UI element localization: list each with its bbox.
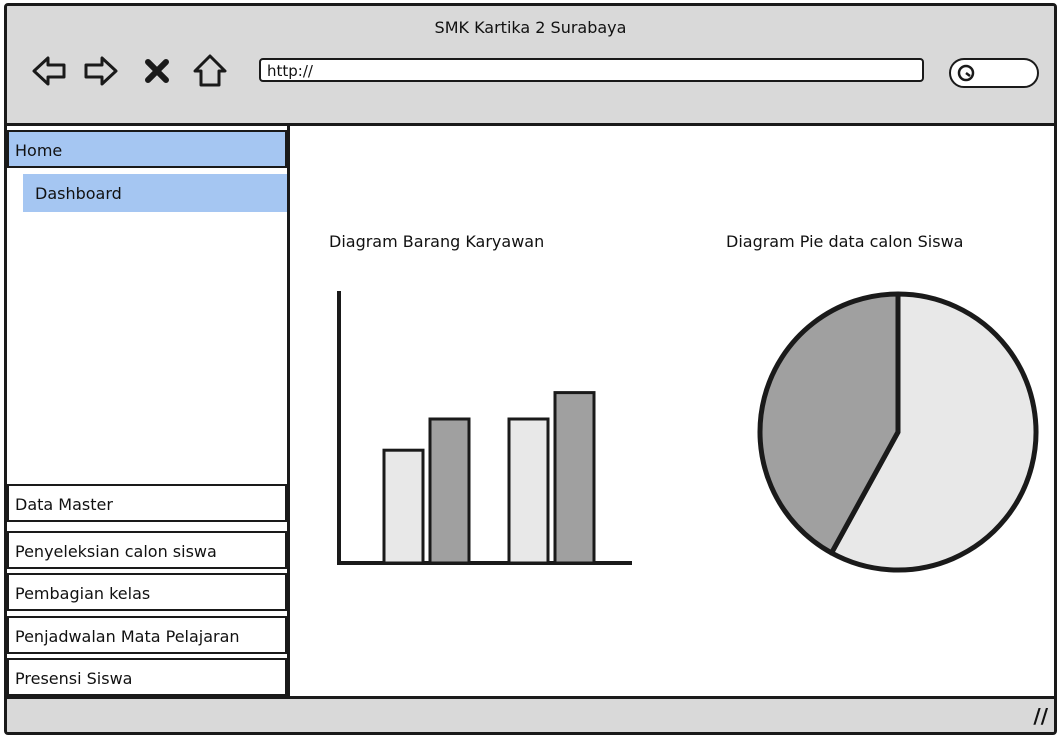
resize-handle-icon[interactable]: //: [1033, 704, 1048, 728]
status-bar: //: [7, 696, 1054, 732]
sidebar-item-presensi[interactable]: Presensi Siswa: [7, 658, 287, 696]
sidebar-item-home[interactable]: Home: [7, 130, 287, 168]
pie-chart-title: Diagram Pie data calon Siswa: [726, 232, 964, 251]
bar-chart-title: Diagram Barang Karyawan: [329, 232, 545, 251]
bar-0-0: [382, 448, 425, 565]
bar-1-1: [553, 391, 596, 565]
pie-chart: [757, 291, 1039, 573]
address-bar[interactable]: http://: [259, 58, 924, 82]
forward-arrow-icon[interactable]: [83, 53, 119, 89]
browser-toolbar: SMK Kartika 2 Surabaya http://: [7, 6, 1054, 126]
close-icon[interactable]: [139, 53, 175, 89]
bar-chart: [337, 291, 632, 565]
browser-window: SMK Kartika 2 Surabaya http:// Home Dash…: [4, 3, 1057, 735]
sidebar-item-dashboard[interactable]: Dashboard: [23, 174, 287, 212]
sidebar-item-penyeleksian[interactable]: Penyeleksian calon siswa: [7, 531, 287, 569]
bar-1-0: [507, 417, 550, 565]
window-title: SMK Kartika 2 Surabaya: [434, 18, 627, 37]
home-icon[interactable]: [192, 53, 228, 89]
sidebar-item-pembagian-kelas[interactable]: Pembagian kelas: [7, 573, 287, 611]
sidebar: Home Dashboard Data Master Penyeleksian …: [7, 126, 290, 701]
sidebar-item-data-master[interactable]: Data Master: [7, 484, 287, 522]
back-arrow-icon[interactable]: [31, 53, 67, 89]
search-box[interactable]: [949, 58, 1039, 88]
bar-0-1: [428, 417, 471, 565]
sidebar-item-penjadwalan[interactable]: Penjadwalan Mata Pelajaran: [7, 616, 287, 654]
search-icon: [957, 63, 977, 87]
